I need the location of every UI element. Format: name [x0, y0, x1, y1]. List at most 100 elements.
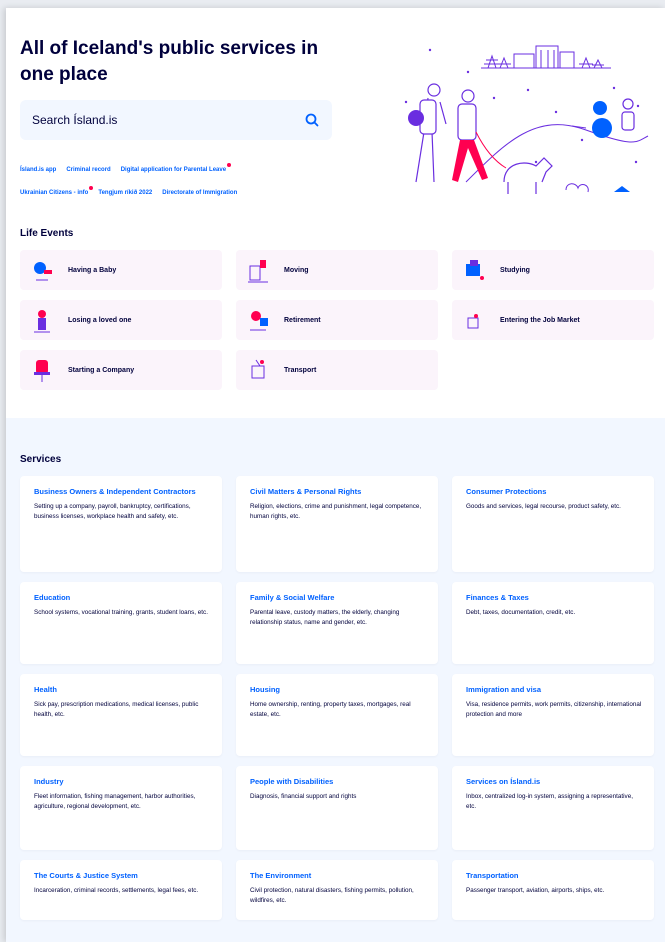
service-card-family-social-welfare[interactable]: Family & Social Welfare Parental leave, c… — [236, 582, 438, 664]
service-card-industry[interactable]: Industry Fleet information, fishing manag… — [20, 766, 222, 850]
backpack — [408, 110, 424, 126]
life-event-moving[interactable]: Moving — [236, 250, 438, 290]
service-description: Passenger transport, aviation, airports,… — [466, 887, 605, 894]
service-description: Civil protection, natural disasters, fis… — [250, 887, 414, 904]
quick-link-tag[interactable]: Tengjum ríkið 2022 — [98, 190, 152, 196]
hero-section: All of Iceland's public services in one … — [6, 8, 665, 214]
service-description: Visa, residence permits, work permits, c… — [466, 701, 642, 718]
quick-link-label[interactable]: Digital application for Parental Leave — [121, 167, 226, 173]
service-card-immigration-and-visa[interactable]: Immigration and visa Visa, residence perm… — [452, 674, 654, 756]
service-description: Debt, taxes, documentation, credit, etc. — [466, 609, 576, 616]
service-description: Inbox, centralized log-in system, assign… — [466, 793, 633, 810]
life-event-retirement[interactable]: Retirement — [236, 300, 438, 340]
life-event-label[interactable]: Entering the Job Market — [500, 317, 580, 324]
studying-icon — [466, 260, 484, 280]
job-icon — [467, 314, 479, 329]
page: All of Iceland's public services in one … — [6, 8, 665, 942]
new-indicator-dot — [89, 186, 94, 190]
quick-link-tag[interactable]: Criminal record — [66, 167, 110, 173]
service-card-finances-taxes[interactable]: Finances & Taxes Debt, taxes, documentati… — [452, 582, 654, 664]
service-title-link[interactable]: The Environment — [250, 870, 426, 881]
life-event-label[interactable]: Transport — [284, 367, 316, 374]
company-icon — [34, 360, 50, 382]
service-title-link[interactable]: People with Disabilities — [250, 776, 426, 787]
service-card-business-owners-independent-contractors[interactable]: Business Owners & Independent Contractor… — [20, 476, 222, 572]
service-title-link[interactable]: Consumer Protections — [466, 486, 642, 497]
services-heading: Services — [20, 454, 62, 465]
service-description: Goods and services, legal recourse, prod… — [466, 503, 621, 510]
quick-link-tag[interactable]: Ísland.is app — [20, 167, 56, 173]
service-title-link[interactable]: Transportation — [466, 870, 642, 881]
walking-people — [415, 83, 477, 183]
service-description: Setting up a company, payroll, bankruptc… — [34, 503, 191, 520]
quick-link-label[interactable]: Tengjum ríkið 2022 — [98, 190, 152, 196]
service-title-link[interactable]: Civil Matters & Personal Rights — [250, 486, 426, 497]
service-title-link[interactable]: Immigration and visa — [466, 684, 642, 695]
service-card-services-on-sland-is[interactable]: Services on Ísland.is Inbox, centralized … — [452, 766, 654, 850]
service-card-transportation[interactable]: Transportation Passenger transport, aviat… — [452, 860, 654, 920]
service-card-health[interactable]: Health Sick pay, prescription medications… — [20, 674, 222, 756]
service-title-link[interactable]: Family & Social Welfare — [250, 592, 426, 603]
service-card-the-courts-justice-system[interactable]: The Courts & Justice System Incarceration… — [20, 860, 222, 920]
life-event-label[interactable]: Retirement — [284, 317, 321, 324]
quick-link-tag[interactable]: Directorate of Immigration — [162, 190, 237, 196]
dog — [503, 157, 553, 194]
service-description: Sick pay, prescription medications, medi… — [34, 701, 199, 718]
hill-line — [465, 124, 649, 183]
pink-trousers — [452, 140, 488, 182]
service-description: School systems, vocational training, gra… — [34, 609, 208, 616]
service-title-link[interactable]: Finances & Taxes — [466, 592, 642, 603]
town-skyline — [481, 45, 611, 69]
life-event-losing-a-loved-one[interactable]: Losing a loved one — [20, 300, 222, 340]
service-card-the-environment[interactable]: The Environment Civil protection, natural… — [236, 860, 438, 920]
search-icon[interactable] — [304, 112, 320, 128]
life-event-studying[interactable]: Studying — [452, 250, 654, 290]
life-event-label[interactable]: Having a Baby — [68, 267, 116, 274]
quick-links-row-1: Ísland.is app Criminal record Digital appl… — [20, 163, 350, 176]
service-description: Religion, elections, crime and punishmen… — [250, 503, 422, 520]
service-title-link[interactable]: Business Owners & Independent Contractor… — [34, 486, 210, 497]
service-title-link[interactable]: Services on Ísland.is — [466, 776, 642, 787]
life-events-heading: Life Events — [20, 228, 74, 239]
hero-illustration — [404, 45, 649, 194]
search-placeholder[interactable]: Search Ísland.is — [32, 113, 304, 127]
bushes — [565, 183, 630, 193]
new-indicator-dot — [227, 163, 232, 167]
quick-link-tag[interactable]: Ukrainian Citizens - info — [20, 186, 94, 196]
services-section: Services Business Owners & Independent C… — [6, 418, 665, 942]
life-event-transport[interactable]: Transport — [236, 350, 438, 390]
service-description: Home ownership, renting, property taxes,… — [250, 701, 411, 718]
service-card-consumer-protections[interactable]: Consumer Protections Goods and services, … — [452, 476, 654, 572]
search-input[interactable]: Search Ísland.is — [20, 100, 332, 140]
service-card-civil-matters-personal-rights[interactable]: Civil Matters & Personal Rights Religion,… — [236, 476, 438, 572]
life-event-label[interactable]: Losing a loved one — [68, 317, 131, 324]
service-card-people-with-disabilities[interactable]: People with Disabilities Diagnosis, finan… — [236, 766, 438, 850]
quick-link-label[interactable]: Criminal record — [66, 167, 110, 173]
life-event-entering-the-job-market[interactable]: Entering the Job Market — [452, 300, 654, 340]
life-event-label[interactable]: Studying — [500, 267, 530, 274]
service-card-housing[interactable]: Housing Home ownership, renting, property… — [236, 674, 438, 756]
quick-link-label[interactable]: Ísland.is app — [20, 167, 56, 173]
service-title-link[interactable]: Housing — [250, 684, 426, 695]
baby-icon — [34, 262, 52, 281]
service-description: Fleet information, fishing management, h… — [34, 793, 196, 810]
moving-icon — [248, 260, 268, 283]
quick-link-tag[interactable]: Digital application for Parental Leave — [121, 163, 232, 173]
page-title: All of Iceland's public services in one … — [20, 38, 319, 85]
life-event-label[interactable]: Moving — [284, 267, 309, 274]
service-title-link[interactable]: Industry — [34, 776, 210, 787]
quick-link-label[interactable]: Ukrainian Citizens - info — [20, 190, 88, 196]
service-card-education[interactable]: Education School systems, vocational trai… — [20, 582, 222, 664]
life-event-starting-a-company[interactable]: Starting a Company — [20, 350, 222, 390]
quick-links-row-2: Ukrainian Citizens - info Tengjum ríkið 2… — [20, 186, 350, 199]
quick-link-label[interactable]: Directorate of Immigration — [162, 190, 237, 196]
service-title-link[interactable]: Education — [34, 592, 210, 603]
service-description: Incarceration, criminal records, settlem… — [34, 887, 199, 894]
services-grid: Business Owners & Independent Contractor… — [20, 476, 656, 920]
life-event-having-a-baby[interactable]: Having a Baby — [20, 250, 222, 290]
service-title-link[interactable]: The Courts & Justice System — [34, 870, 210, 881]
service-title-link[interactable]: Health — [34, 684, 210, 695]
life-event-label[interactable]: Starting a Company — [68, 367, 134, 374]
child — [621, 98, 635, 131]
transport-icon — [251, 359, 265, 379]
